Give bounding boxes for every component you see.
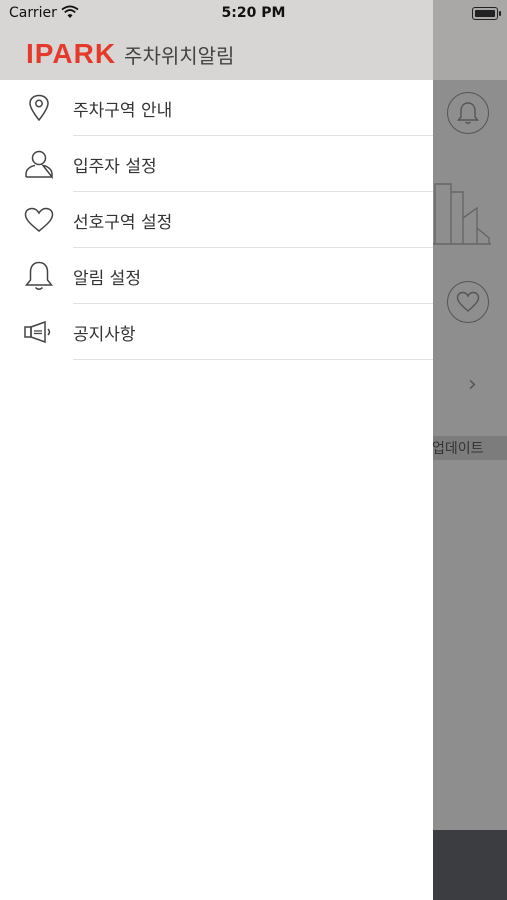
chevron-right-icon: › (468, 372, 477, 397)
heart-icon (456, 291, 480, 312)
update-text: 업데이트 (432, 441, 484, 457)
menu-item-label: 선호구역 설정 (73, 213, 173, 233)
megaphone-icon (22, 316, 56, 348)
menu-item-label: 입주자 설정 (73, 157, 157, 177)
person-icon (22, 148, 56, 180)
menu-item-notification-settings[interactable]: 알림 설정 (0, 248, 433, 304)
drawer-menu: 주차구역 안내 입주자 설정 선호구역 설정 알림 설정 공지사항 (0, 80, 433, 360)
menu-item-label: 공지사항 (73, 325, 136, 345)
menu-item-favorite-zone[interactable]: 선호구역 설정 (0, 192, 433, 248)
side-drawer: Carrier IPARK 주차위치알림 주차구역 안내 입주자 설정 선호구역… (0, 0, 433, 900)
bg-bell-button (447, 92, 489, 134)
status-time: 5:20 PM (221, 5, 286, 21)
menu-item-label: 주차구역 안내 (73, 101, 173, 121)
bell-icon (22, 260, 56, 292)
menu-item-label: 알림 설정 (73, 269, 141, 289)
ipark-logo: IPARK (26, 38, 117, 69)
app-brand: IPARK 주차위치알림 (26, 38, 234, 70)
divider (73, 359, 433, 360)
menu-item-notices[interactable]: 공지사항 (0, 304, 433, 360)
menu-item-parking-guide[interactable]: 주차구역 안내 (0, 80, 433, 136)
location-pin-icon (22, 92, 56, 124)
bell-icon (457, 102, 479, 124)
building-icon (433, 183, 491, 245)
menu-item-resident-settings[interactable]: 입주자 설정 (0, 136, 433, 192)
app-title: 주차위치알림 (124, 43, 235, 68)
bg-heart-button (447, 281, 489, 323)
heart-icon (22, 204, 56, 236)
